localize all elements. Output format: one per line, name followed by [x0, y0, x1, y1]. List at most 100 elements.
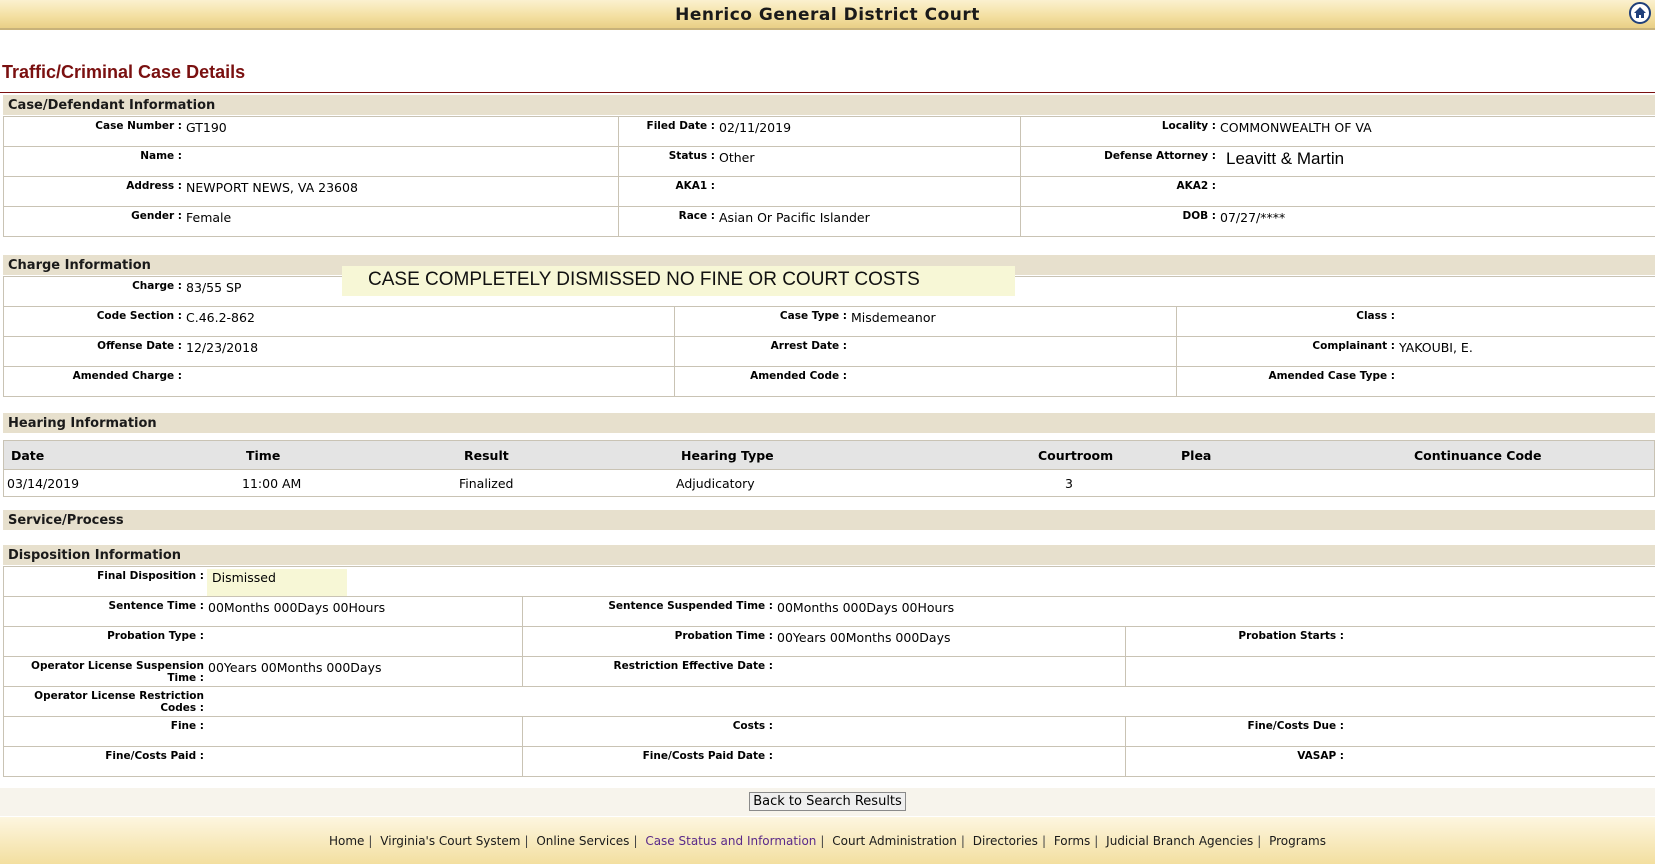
hearing-heading: Hearing Information: [3, 413, 1655, 433]
footer-link-virginias-court-system[interactable]: Virginia's Court System: [380, 834, 520, 848]
sentence-suspended-label: Sentence Suspended Time :: [608, 600, 773, 612]
costs-label: Costs :: [732, 720, 773, 732]
final-disposition-cell: Final Disposition : Dismissed: [2, 566, 1655, 597]
class-cell: Class :: [1175, 306, 1655, 337]
arrest-date-cell: Arrest Date :: [674, 336, 1177, 367]
fine-value: [204, 717, 208, 720]
probation-type-value: [204, 627, 208, 630]
footer-link-judicial-branch-agencies[interactable]: Judicial Branch Agencies: [1106, 834, 1253, 848]
back-button-bar: Back to Search Results: [0, 788, 1655, 816]
sentence-time-label: Sentence Time :: [108, 600, 204, 612]
footer-link-forms[interactable]: Forms: [1054, 834, 1090, 848]
case-number-label: Case Number :: [95, 120, 182, 132]
footer-link-online-services[interactable]: Online Services: [536, 834, 629, 848]
sentence-time-value: 00Months 000Days 00Hours: [208, 600, 386, 615]
name-value: [182, 147, 186, 150]
filed-date-label: Filed Date :: [646, 120, 715, 132]
case-defendant-table: Case Number : GT190 Filed Date : 02/11/201…: [3, 116, 1655, 237]
fine-costs-due-label: Fine/Costs Due :: [1247, 720, 1344, 732]
offense-date-cell: Offense Date : 12/23/2018: [3, 336, 675, 367]
fine-costs-paid-date-value: [773, 747, 777, 750]
aka1-value: [715, 177, 719, 180]
gender-cell: Gender : Female: [3, 206, 619, 237]
fine-costs-due-cell: Fine/Costs Due :: [1124, 716, 1655, 747]
footer-separator: |: [368, 834, 373, 848]
footer-link-court-administration[interactable]: Court Administration: [832, 834, 957, 848]
locality-cell: Locality : COMMONWEALTH OF VA: [1020, 116, 1655, 147]
table-row: 03/14/2019 11:00 AM Finalized Adjudicato…: [3, 469, 1655, 497]
probation-time-label: Probation Time :: [674, 630, 773, 642]
home-icon[interactable]: [1629, 2, 1651, 24]
defense-attorney-cell: Defense Attorney : Leavitt & Martin: [1020, 146, 1655, 177]
hearing-table-header: Date Time Result Hearing Type Courtroom …: [3, 440, 1655, 470]
probation-type-cell: Probation Type :: [3, 626, 523, 657]
race-value: Asian Or Pacific Islander: [719, 210, 870, 225]
col-time: Time: [246, 448, 281, 463]
complainant-label: Complainant :: [1312, 340, 1395, 352]
fine-cell: Fine :: [3, 716, 523, 747]
aka2-label: AKA2 :: [1176, 180, 1216, 192]
amended-code-label: Amended Code :: [750, 370, 847, 382]
footer-separator: |: [633, 834, 638, 848]
filed-date-cell: Filed Date : 02/11/2019: [618, 116, 1021, 147]
footer-nav: Home | Virginia's Court System | Online Se…: [0, 817, 1655, 864]
name-label: Name :: [140, 150, 182, 162]
sentence-suspended-value: 00Months 000Days 00Hours: [777, 600, 955, 615]
aka1-label: AKA1 :: [675, 180, 715, 192]
amended-charge-cell: Amended Charge :: [3, 366, 675, 397]
vasap-label: VASAP :: [1297, 750, 1344, 762]
fine-costs-paid-date-label: Fine/Costs Paid Date :: [642, 750, 773, 762]
hearing-time: 11:00 AM: [242, 476, 302, 491]
col-date: Date: [11, 448, 45, 463]
address-cell: Address : NEWPORT NEWS, VA 23608: [3, 176, 619, 207]
case-type-label: Case Type :: [779, 310, 847, 322]
code-section-label: Code Section :: [96, 310, 182, 322]
restriction-effective-label: Restriction Effective Date :: [613, 660, 774, 672]
complainant-value: YAKOUBI, E.: [1399, 340, 1473, 355]
footer-separator: |: [820, 834, 825, 848]
title-divider: [0, 92, 1655, 93]
gender-label: Gender :: [131, 210, 182, 222]
footer-link-case-status[interactable]: Case Status and Information: [645, 834, 816, 848]
race-cell: Race : Asian Or Pacific Islander: [618, 206, 1021, 237]
complainant-cell: Complainant : YAKOUBI, E.: [1175, 336, 1655, 367]
sentence-suspended-cell: Sentence Suspended Time : 00Months 000Day…: [521, 596, 1655, 627]
aka2-value: [1216, 177, 1220, 180]
footer-link-directories[interactable]: Directories: [973, 834, 1038, 848]
defense-attorney-label: Defense Attorney :: [1104, 150, 1216, 162]
name-cell: Name :: [3, 146, 619, 177]
address-label: Address :: [126, 180, 182, 192]
charge-label: Charge :: [132, 280, 182, 292]
gender-value: Female: [186, 210, 232, 225]
fine-costs-paid-date-cell: Fine/Costs Paid Date :: [522, 746, 1126, 777]
costs-cell: Costs :: [522, 716, 1126, 747]
ol-suspension-label: Operator License Suspension Time :: [31, 660, 204, 684]
locality-value: COMMONWEALTH OF VA: [1220, 120, 1372, 135]
hearing-courtroom: 3: [1065, 476, 1073, 491]
vasap-cell: VASAP :: [1124, 746, 1655, 777]
page-title: Traffic/Criminal Case Details: [2, 62, 246, 82]
charge-value: 83/55 SP: [186, 280, 242, 295]
status-value: Other: [719, 150, 755, 165]
fine-costs-paid-value: [204, 747, 208, 750]
class-value: [1395, 307, 1399, 310]
probation-starts-label: Probation Starts :: [1238, 630, 1344, 642]
ol-suspension-value: 00Years 00Months 000Days: [208, 660, 382, 675]
top-banner: Henrico General District Court: [0, 0, 1655, 30]
defense-attorney-value: Leavitt & Martin: [1226, 149, 1345, 168]
footer-separator: |: [960, 834, 965, 848]
filed-date-value: 02/11/2019: [719, 120, 792, 135]
dismissal-note-text: CASE COMPLETELY DISMISSED NO FINE OR COU…: [368, 269, 920, 290]
costs-value: [773, 717, 777, 720]
case-type-cell: Case Type : Misdemeanor: [674, 306, 1177, 337]
footer-link-programs[interactable]: Programs: [1269, 834, 1326, 848]
back-to-search-results-button[interactable]: Back to Search Results: [749, 792, 906, 811]
arrest-date-label: Arrest Date :: [770, 340, 847, 352]
dismissal-note: CASE COMPLETELY DISMISSED NO FINE OR COU…: [342, 266, 1015, 296]
footer-link-home[interactable]: Home: [329, 834, 364, 848]
restriction-effective-value: [773, 657, 777, 660]
probation-starts-cell: Probation Starts :: [1124, 626, 1655, 657]
status-cell: Status : Other: [618, 146, 1021, 177]
race-label: Race :: [678, 210, 715, 222]
final-disposition-label: Final Disposition :: [97, 570, 204, 582]
